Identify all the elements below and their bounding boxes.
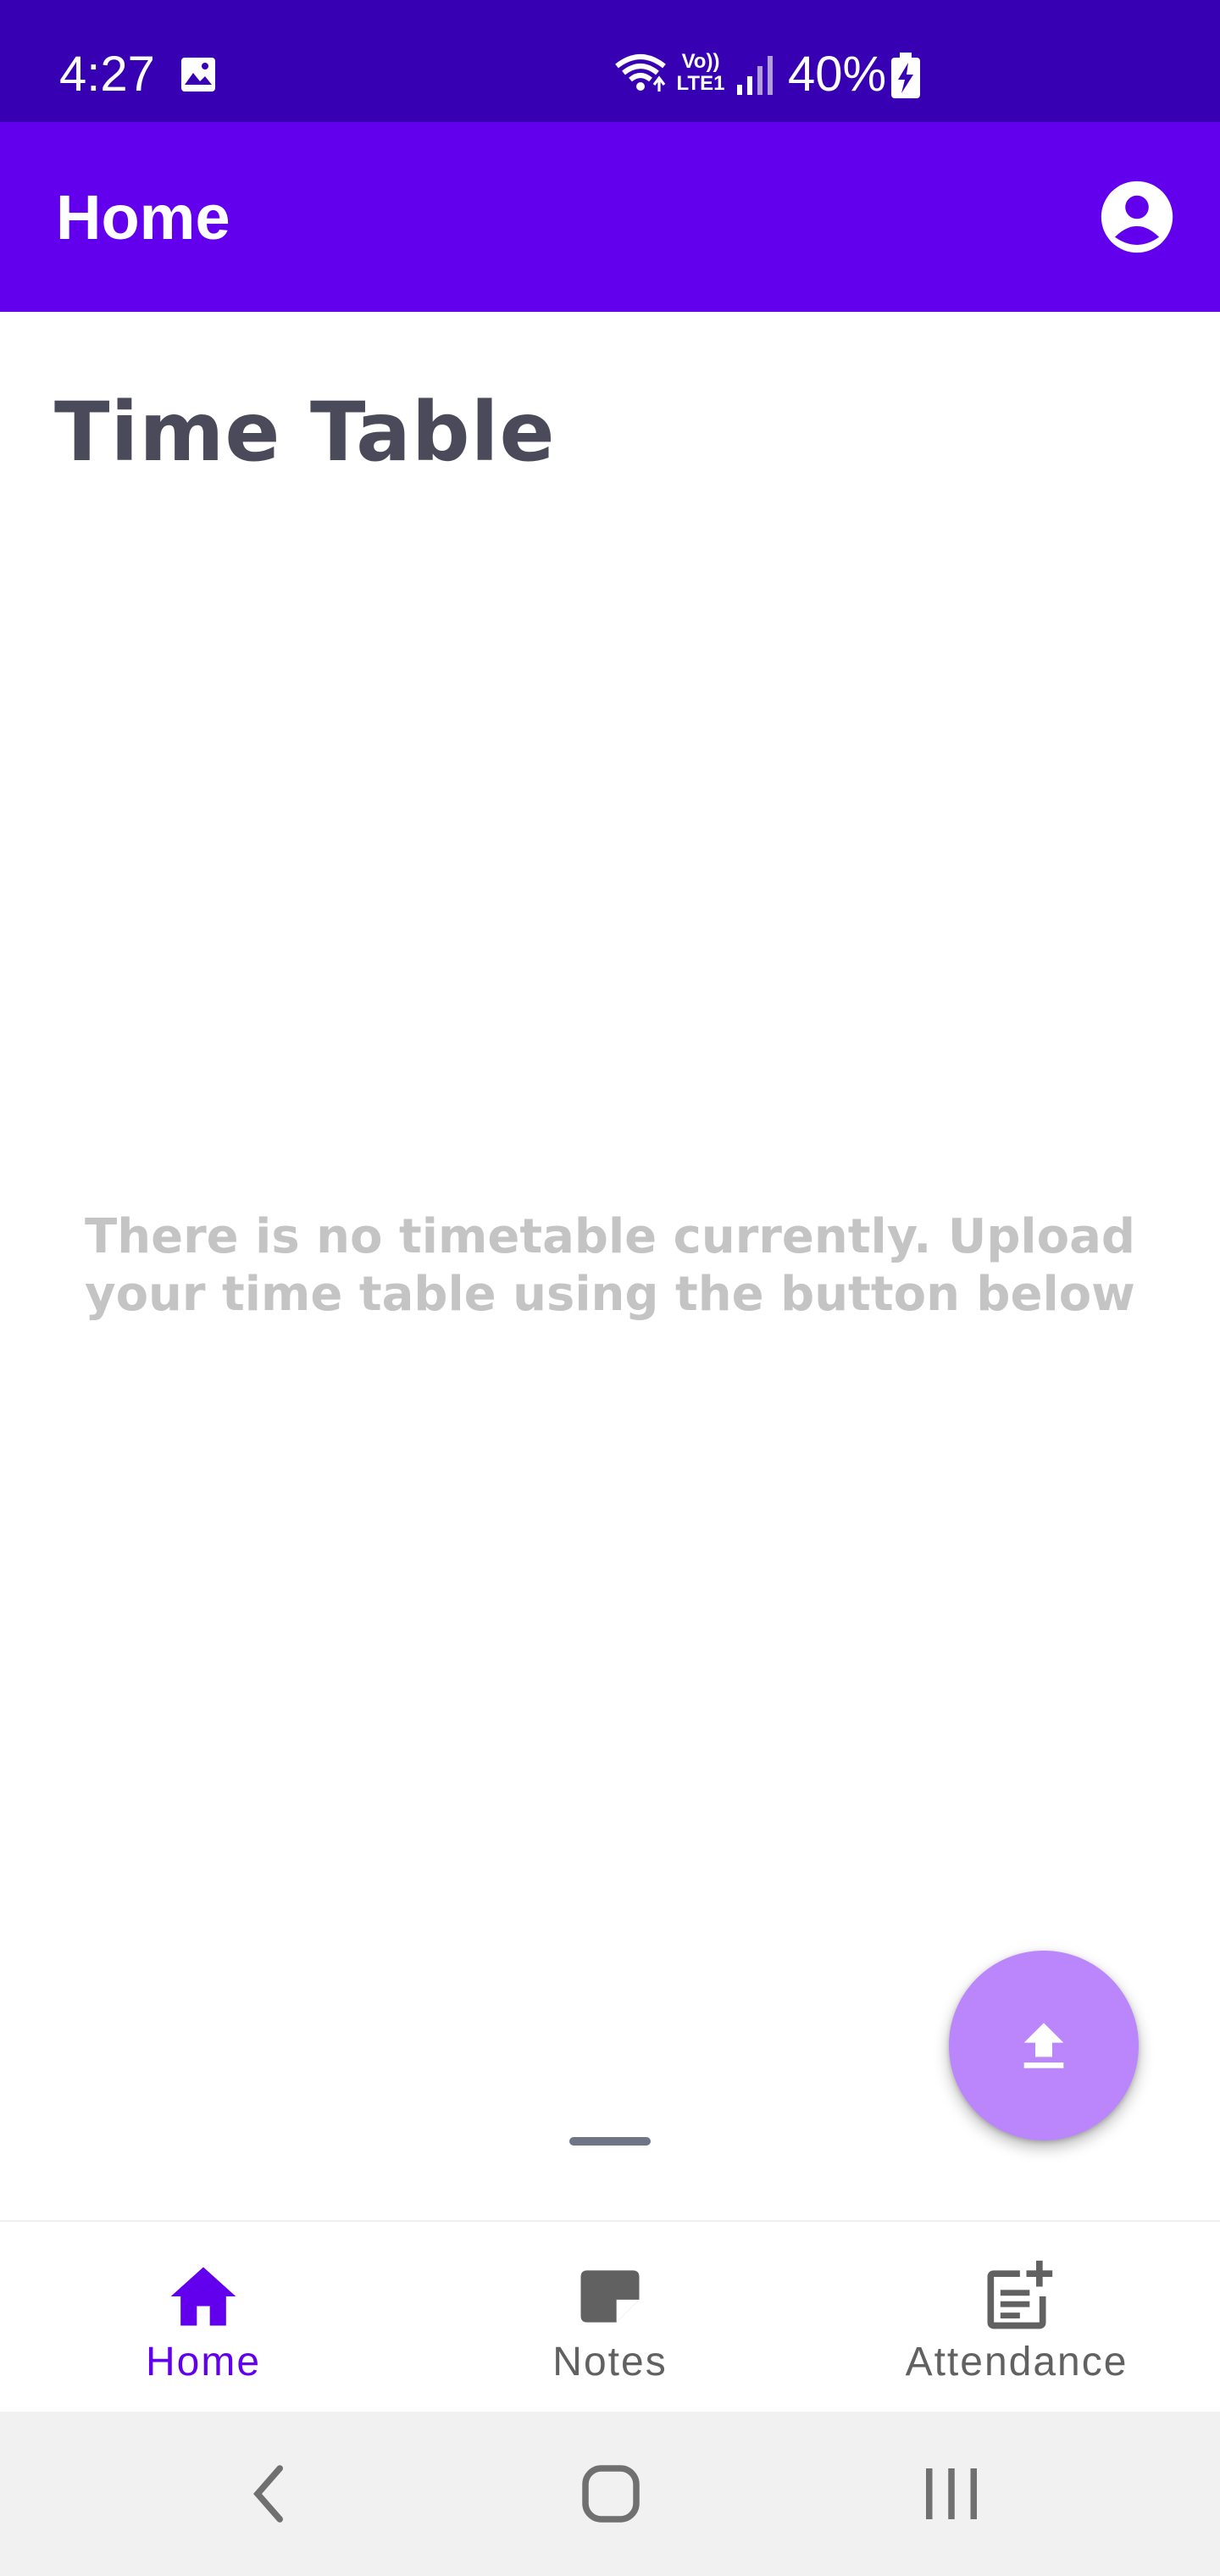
app-bar: Home: [0, 122, 1220, 312]
screen: 4:27 Vo)) LTE1 40% Home Time Table There…: [0, 0, 1220, 2576]
lte-label: LTE1: [676, 72, 725, 95]
recents-icon[interactable]: [913, 2456, 990, 2532]
account-circle-icon[interactable]: [1098, 178, 1176, 256]
status-bar: 4:27 Vo)) LTE1 40%: [0, 0, 1220, 122]
signal-icon: [737, 56, 773, 95]
wifi-icon: [615, 54, 666, 92]
nav-label-home: Home: [145, 2340, 262, 2384]
home-circle-icon[interactable]: [573, 2456, 649, 2532]
battery-charging-icon: [891, 53, 920, 98]
bottom-navigation: Home Notes Attendance: [0, 2220, 1220, 2413]
nav-item-attendance[interactable]: Attendance: [813, 2222, 1220, 2413]
upload-icon: [1023, 2023, 1064, 2068]
nav-label-attendance: Attendance: [905, 2340, 1128, 2384]
upload-timetable-button[interactable]: [949, 1951, 1139, 2140]
empty-state-message: There is no timetable currently. Upload …: [85, 1209, 1135, 1322]
page-title: Time Table: [54, 385, 556, 480]
volte-icon: Vo)) LTE1: [674, 51, 727, 98]
battery-percentage: 40%: [788, 47, 887, 102]
app-title: Home: [56, 182, 230, 253]
image-icon: [181, 58, 215, 92]
status-time: 4:27: [59, 47, 155, 102]
home-icon: [170, 2267, 236, 2326]
note-icon: [580, 2270, 640, 2323]
volte-label: Vo)): [681, 50, 720, 73]
post-add-icon: [987, 2260, 1053, 2329]
drag-handle[interactable]: [569, 2137, 651, 2146]
back-icon[interactable]: [232, 2456, 308, 2532]
system-navigation-bar: [0, 2412, 1220, 2576]
nav-item-home[interactable]: Home: [0, 2222, 407, 2413]
nav-label-notes: Notes: [552, 2340, 668, 2384]
nav-item-notes[interactable]: Notes: [407, 2222, 813, 2413]
